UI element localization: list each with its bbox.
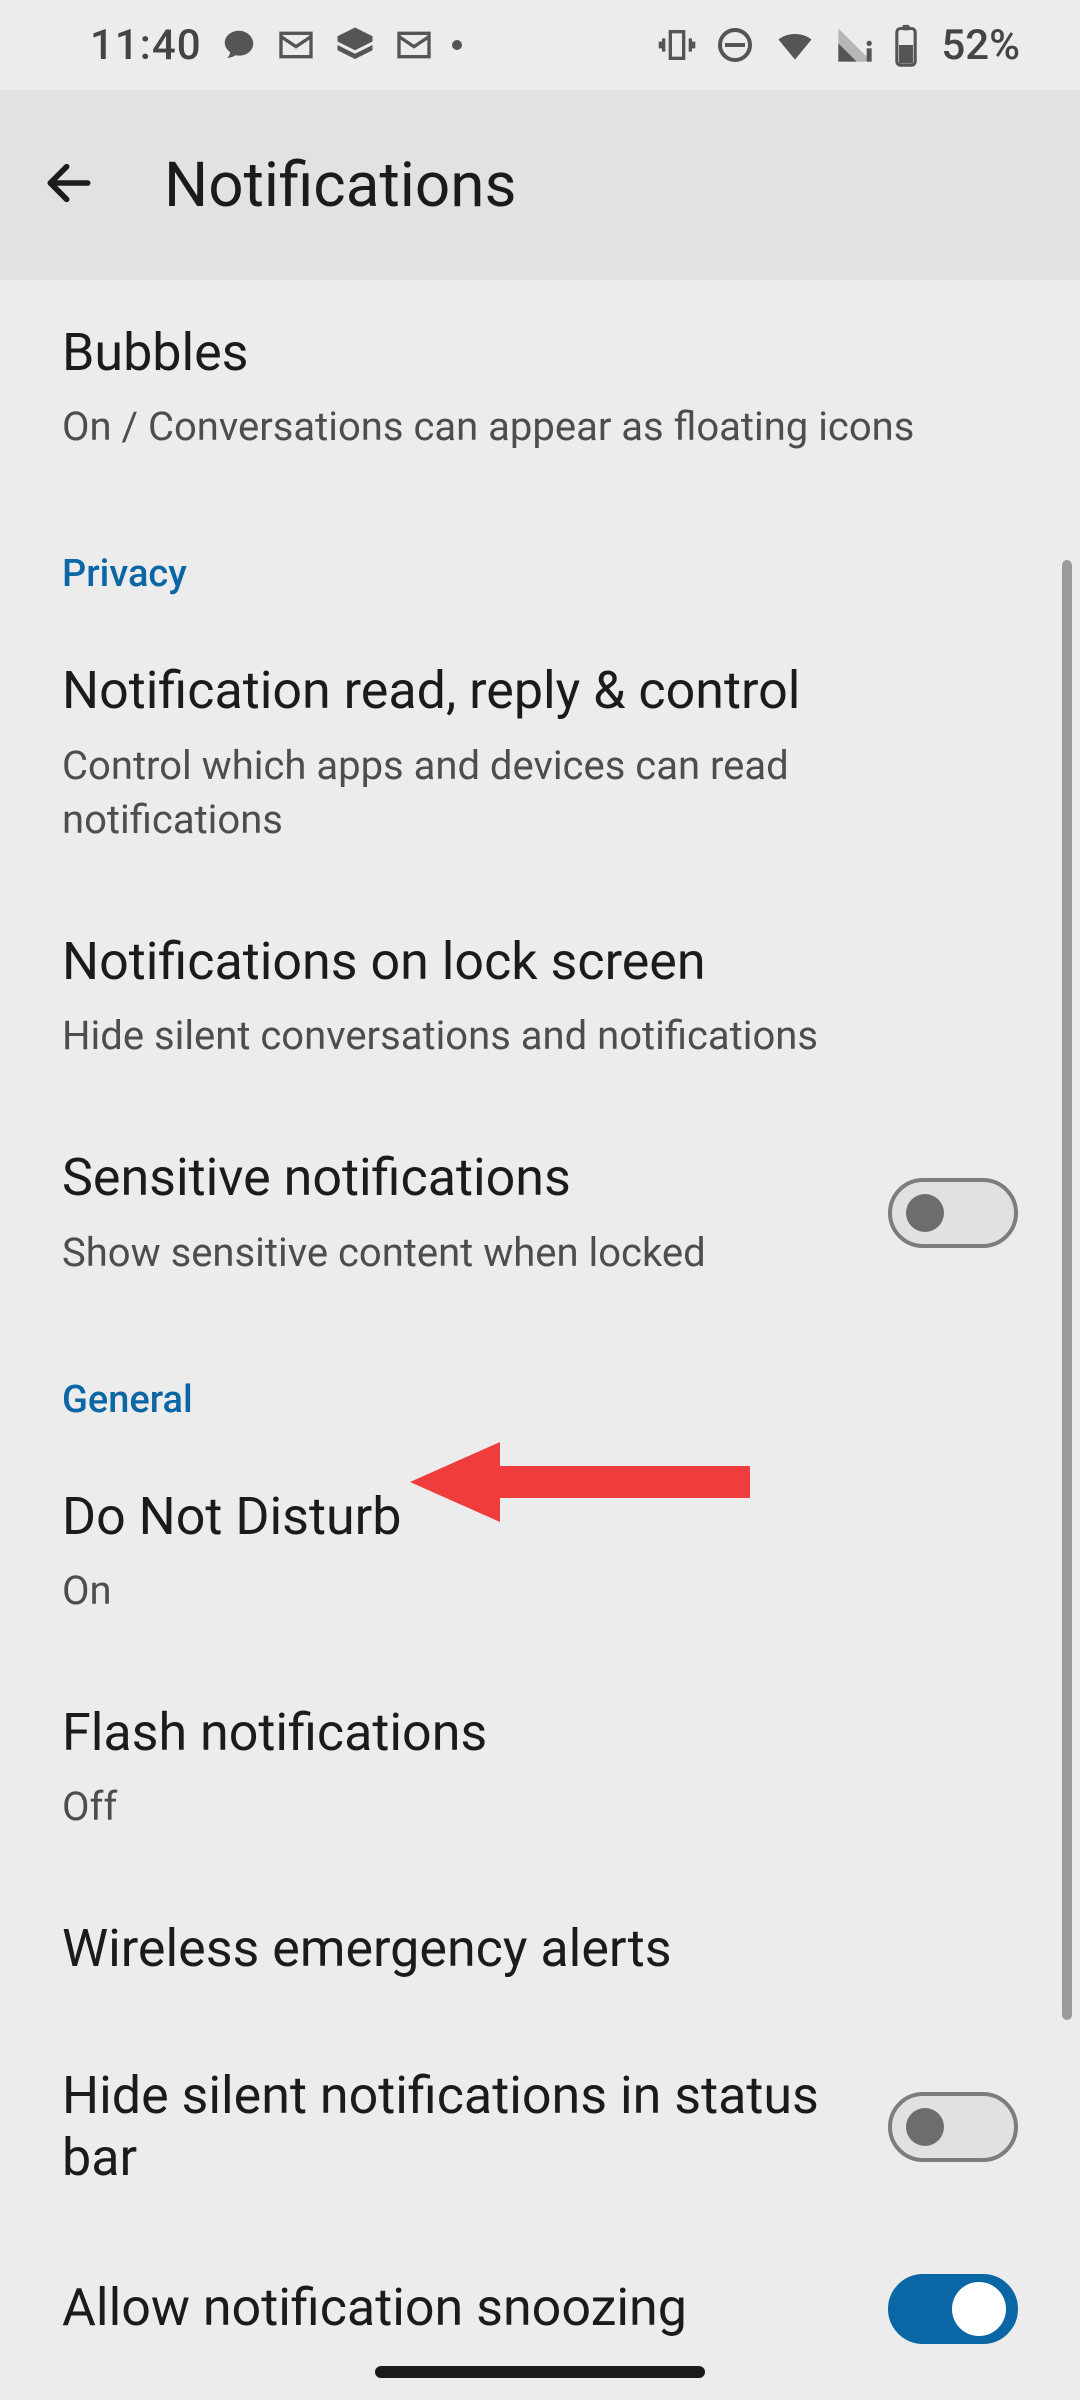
more-notifications-dot-icon [452, 40, 462, 50]
setting-subtitle: On / Conversations can appear as floatin… [62, 400, 1018, 454]
setting-lock-screen[interactable]: Notifications on lock screen Hide silent… [0, 889, 1080, 1105]
chat-bubble-icon [220, 26, 258, 64]
status-bar-right: 52% [657, 21, 1020, 70]
back-button[interactable] [34, 150, 104, 220]
hide-silent-toggle[interactable] [888, 2092, 1018, 2162]
signal-icon [835, 25, 875, 65]
setting-read-reply-control[interactable]: Notification read, reply & control Contr… [0, 618, 1080, 888]
setting-bubbles[interactable]: Bubbles On / Conversations can appear as… [0, 280, 1080, 496]
setting-subtitle: Control which apps and devices can read … [62, 739, 1018, 847]
battery-percent: 52% [941, 21, 1020, 70]
setting-title: Notifications on lock screen [62, 931, 1018, 993]
mail-app2-icon [394, 25, 434, 65]
setting-title: Bubbles [62, 322, 1018, 384]
setting-allow-snoozing[interactable]: Allow notification snoozing [0, 2232, 1080, 2386]
battery-icon [893, 23, 919, 67]
vibrate-icon [657, 25, 697, 65]
setting-subtitle: On [62, 1564, 1018, 1618]
setting-title: Flash notifications [62, 1702, 1018, 1764]
status-time: 11:40 [90, 21, 202, 70]
mail-app1-icon [276, 25, 316, 65]
settings-list: Bubbles On / Conversations can appear as… [0, 280, 1080, 2400]
setting-title: Wireless emergency alerts [62, 1918, 1018, 1980]
setting-title: Allow notification snoozing [62, 2277, 848, 2339]
setting-hide-silent-statusbar[interactable]: Hide silent notifications in status bar [0, 2023, 1080, 2232]
setting-sensitive-notifications[interactable]: Sensitive notifications Show sensitive c… [0, 1105, 1080, 1321]
setting-title: Sensitive notifications [62, 1147, 848, 1209]
status-bar: 11:40 52% [0, 0, 1080, 90]
do-not-disturb-icon [715, 25, 755, 65]
page-title: Notifications [164, 149, 516, 222]
setting-title: Notification read, reply & control [62, 660, 1018, 722]
arrow-back-icon [41, 155, 97, 215]
setting-flash-notifications[interactable]: Flash notifications Off [0, 1660, 1080, 1876]
wifi-icon [773, 23, 817, 67]
status-bar-left: 11:40 [90, 21, 462, 70]
app-bar: Notifications [0, 90, 1080, 280]
box-icon [334, 24, 376, 66]
setting-do-not-disturb[interactable]: Do Not Disturb On [0, 1444, 1080, 1660]
setting-wireless-emergency-alerts[interactable]: Wireless emergency alerts [0, 1876, 1080, 2022]
setting-subtitle: Show sensitive content when locked [62, 1226, 848, 1280]
section-general: General [0, 1322, 1080, 1444]
section-privacy: Privacy [0, 496, 1080, 618]
setting-subtitle: Off [62, 1780, 1018, 1834]
scrollbar-indicator [1062, 560, 1072, 2020]
setting-subtitle: Hide silent conversations and notificati… [62, 1009, 1018, 1063]
sensitive-toggle[interactable] [888, 1178, 1018, 1248]
setting-title: Hide silent notifications in status bar [62, 2065, 822, 2190]
snooze-toggle[interactable] [888, 2274, 1018, 2344]
setting-title: Do Not Disturb [62, 1486, 1018, 1548]
gesture-nav-handle[interactable] [375, 2366, 705, 2378]
